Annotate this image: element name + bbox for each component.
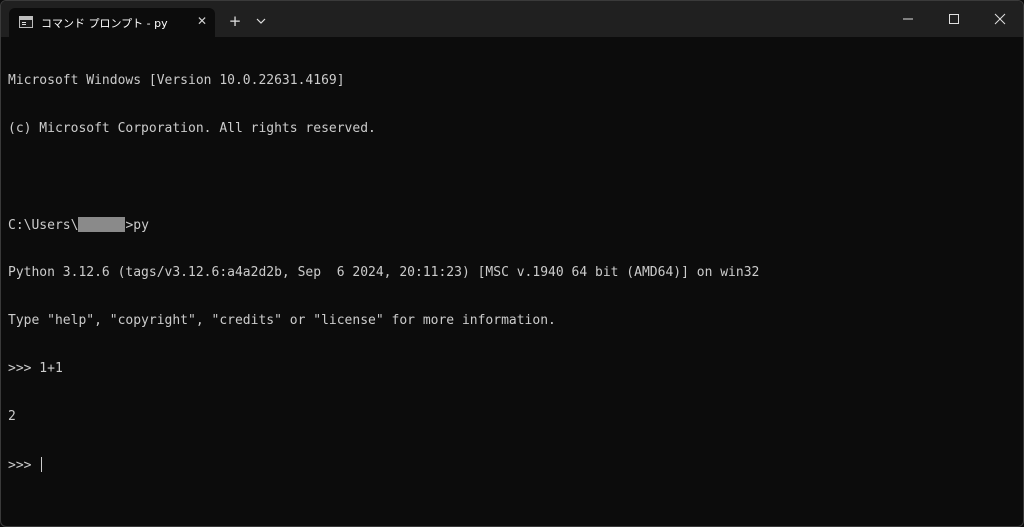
terminal-prompt-line: C:\Users\ >py xyxy=(8,217,1013,233)
terminal-line: Python 3.12.6 (tags/v3.12.6:a4a2d2b, Sep… xyxy=(8,265,760,280)
tab-close-icon[interactable]: ✕ xyxy=(194,13,210,29)
terminal-line: Microsoft Windows [Version 10.0.22631.41… xyxy=(8,73,345,88)
maximize-button[interactable] xyxy=(931,1,977,37)
plus-icon: + xyxy=(228,12,242,30)
terminal-line: >>> 1+1 xyxy=(8,361,63,376)
python-prompt: >>> xyxy=(8,458,40,473)
minimize-button[interactable] xyxy=(885,1,931,37)
terminal-line: (c) Microsoft Corporation. All rights re… xyxy=(8,121,376,136)
terminal-line: Type "help", "copyright", "credits" or "… xyxy=(8,313,556,328)
chevron-down-icon xyxy=(256,18,266,24)
tab-command-prompt[interactable]: コマンド プロンプト - py ✕ xyxy=(9,8,215,37)
tab-dropdown-button[interactable] xyxy=(251,11,271,31)
maximize-icon xyxy=(949,14,959,24)
terminal-window: コマンド プロンプト - py ✕ + Microsoft Windows [V… xyxy=(0,0,1024,527)
close-button[interactable] xyxy=(977,1,1023,37)
minimize-icon xyxy=(903,18,913,20)
terminal-line: 2 xyxy=(8,409,16,424)
terminal-output[interactable]: Microsoft Windows [Version 10.0.22631.41… xyxy=(8,41,1013,505)
close-icon xyxy=(994,13,1006,25)
prompt-command: >py xyxy=(125,218,149,233)
title-bar[interactable]: コマンド プロンプト - py ✕ + xyxy=(1,1,1023,37)
text-cursor xyxy=(41,457,43,472)
redacted-username xyxy=(78,217,126,232)
new-tab-button[interactable]: + xyxy=(225,11,245,31)
terminal-input-line[interactable]: >>> xyxy=(8,457,1013,473)
prompt-path: C:\Users\ xyxy=(8,218,79,233)
terminal-icon xyxy=(19,16,33,28)
tab-title: コマンド プロンプト - py xyxy=(41,17,168,30)
